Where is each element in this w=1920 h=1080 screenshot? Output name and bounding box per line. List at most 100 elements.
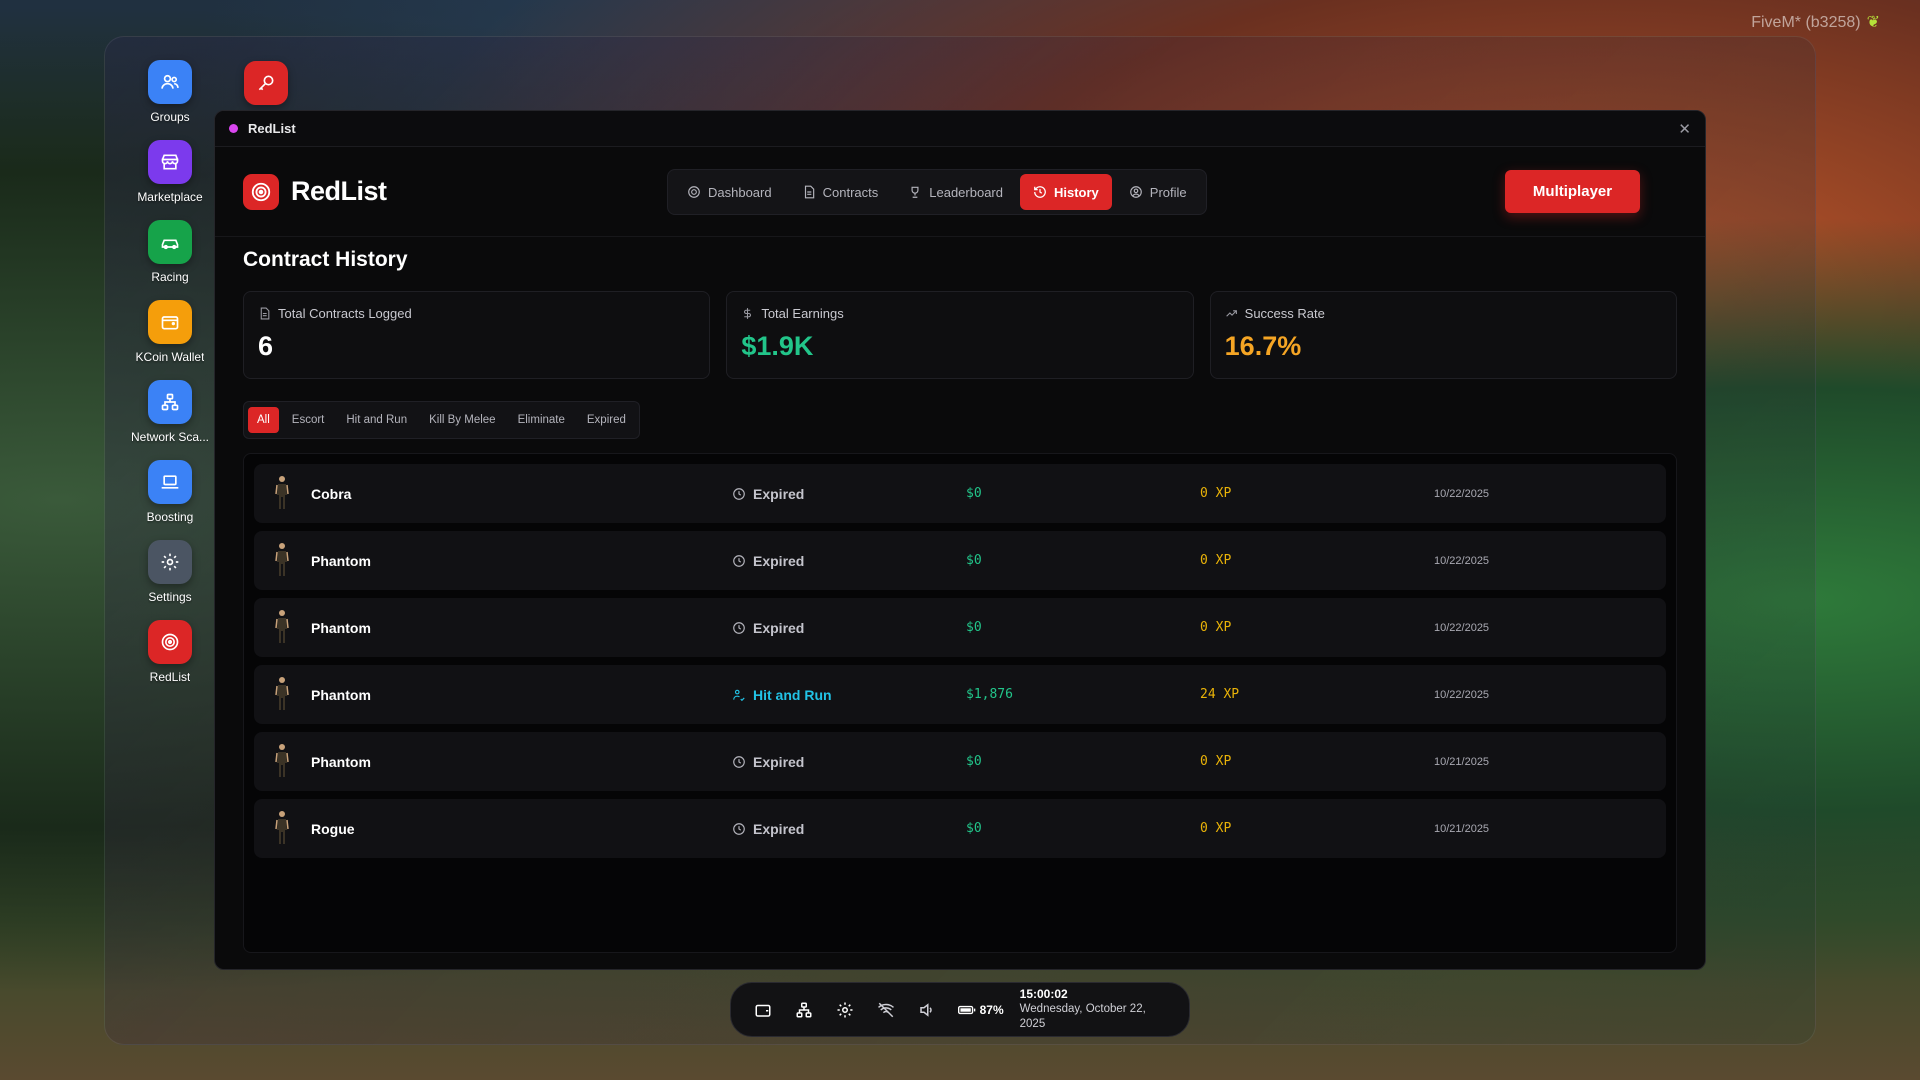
game-build-tag: FiveM* (b3258) ❦ [1751, 14, 1880, 31]
stat-value: 16.7% [1224, 331, 1302, 361]
character-avatar-icon [275, 476, 289, 509]
tab-label: Leaderboard [929, 184, 1003, 200]
stat-card-success-rate: Success Rate 16.7% [1209, 291, 1677, 379]
history-row[interactable]: Cobra Expired $0 0 XP 10/22/2025 [254, 464, 1666, 523]
dock-item-network-scanner[interactable]: Network Sca... [126, 380, 214, 460]
row-xp: 0 XP [1200, 821, 1232, 836]
battery-icon [957, 1005, 975, 1014]
row-xp: 0 XP [1200, 486, 1232, 501]
dock-label: Boosting [146, 510, 194, 524]
row-payout: $0 [966, 486, 982, 501]
network-icon [148, 380, 192, 424]
gear-icon[interactable] [835, 999, 856, 1021]
document-icon [260, 307, 270, 320]
filter-expired[interactable]: Expired [578, 407, 635, 433]
stats-row: Total Contracts Logged 6 Total Earnings … [243, 291, 1677, 379]
multiplayer-button[interactable]: Multiplayer [1505, 170, 1640, 213]
dock-item-settings[interactable]: Settings [126, 540, 214, 620]
row-name: Phantom [311, 619, 371, 636]
battery-indicator[interactable]: 87% [957, 1003, 1004, 1017]
row-xp: 0 XP [1200, 754, 1232, 769]
window-title: RedList [248, 121, 296, 136]
dock-label: RedList [149, 670, 191, 684]
leaf-icon: ❦ [1866, 14, 1880, 31]
trophy-icon [911, 186, 919, 198]
tab-dashboard[interactable]: Dashboard [674, 174, 785, 210]
history-icon [1034, 186, 1046, 198]
row-xp: 0 XP [1200, 553, 1232, 568]
dock-label: Settings [148, 590, 192, 604]
stat-label: Total Contracts Logged [278, 306, 412, 321]
dock-item-marketplace[interactable]: Marketplace [126, 140, 214, 220]
character-avatar-icon [275, 610, 289, 643]
title-status-dot [229, 124, 238, 133]
dock-label: Groups [150, 110, 190, 124]
store-icon [148, 140, 192, 184]
row-name: Phantom [311, 552, 371, 569]
trending-up-icon [1225, 310, 1237, 317]
row-date: 10/22/2025 [1434, 688, 1490, 701]
tab-label: Dashboard [708, 184, 772, 200]
dock-label: Network Sca... [130, 430, 210, 444]
history-row[interactable]: Rogue Expired $0 0 XP 10/21/2025 [254, 799, 1666, 858]
car-icon [148, 220, 192, 264]
target-icon [148, 620, 192, 664]
tab-leaderboard[interactable]: Leaderboard [895, 174, 1016, 210]
history-row[interactable]: Phantom Expired $0 0 XP 10/22/2025 [254, 531, 1666, 590]
history-row[interactable]: Phantom Expired $0 0 XP 10/22/2025 [254, 598, 1666, 657]
app-dock: Groups Marketplace Racing KCoin Wallet N… [126, 60, 214, 700]
filter-hit-and-run[interactable]: Hit and Run [337, 407, 416, 433]
volume-icon[interactable] [917, 999, 938, 1021]
row-status: Expired [732, 821, 804, 837]
dock-label: Racing [151, 270, 189, 284]
filter-bar: All Escort Hit and Run Kill By Melee Eli… [243, 401, 640, 439]
clock[interactable]: 15:00:02 Wednesday, October 22, 2025 [1020, 987, 1167, 1032]
close-icon[interactable]: ✕ [1678, 120, 1691, 138]
history-row[interactable]: Phantom Expired $0 0 XP 10/21/2025 [254, 732, 1666, 791]
filter-eliminate[interactable]: Eliminate [509, 407, 574, 433]
dock-label: KCoin Wallet [135, 350, 205, 364]
laptop-icon [148, 460, 192, 504]
clock-icon [733, 487, 745, 500]
brand-name: RedList [291, 176, 387, 206]
row-name: Rogue [311, 820, 355, 837]
tab-label: Contracts [822, 184, 879, 200]
key-shortcut-button[interactable] [244, 61, 288, 105]
filter-escort[interactable]: Escort [283, 407, 334, 433]
character-avatar-icon [275, 543, 289, 576]
stat-card-total-earnings: Total Earnings $1.9K [726, 291, 1194, 379]
dock-item-redlist[interactable]: RedList [126, 620, 214, 700]
stat-label: Total Earnings [761, 306, 844, 321]
clock-icon [733, 822, 745, 835]
row-status: Expired [732, 553, 804, 569]
row-name: Phantom [311, 686, 371, 703]
clock-icon [733, 621, 745, 634]
row-payout: $1,876 [966, 687, 1013, 702]
dock-item-racing[interactable]: Racing [126, 220, 214, 300]
filter-all[interactable]: All [248, 407, 279, 433]
dock-item-boosting[interactable]: Boosting [126, 460, 214, 540]
users-icon [148, 60, 192, 104]
stat-value: 6 [258, 331, 274, 361]
network-icon[interactable] [794, 999, 815, 1021]
tab-contracts[interactable]: Contracts [789, 174, 892, 210]
row-status-label: Expired [753, 619, 805, 636]
row-date: 10/22/2025 [1434, 554, 1490, 567]
history-row[interactable]: Phantom Hit and Run $1,876 24 XP 10/22/2025 [254, 665, 1666, 724]
wallet-icon[interactable] [753, 999, 774, 1021]
tab-profile[interactable]: Profile [1116, 174, 1200, 210]
dollar-icon [744, 308, 752, 319]
filter-kill-by-melee[interactable]: Kill By Melee [420, 407, 504, 433]
dock-item-kcoin-wallet[interactable]: KCoin Wallet [126, 300, 214, 380]
wifi-off-icon[interactable] [876, 999, 897, 1021]
dock-item-groups[interactable]: Groups [126, 60, 214, 140]
character-avatar-icon [275, 744, 289, 777]
clock-icon [733, 554, 745, 567]
window-titlebar[interactable]: RedList ✕ [215, 111, 1705, 147]
tab-history[interactable]: History [1019, 174, 1112, 210]
row-date: 10/21/2025 [1434, 755, 1490, 768]
history-list: Cobra Expired $0 0 XP 10/22/2025 Phantom Expir… [243, 453, 1677, 953]
key-icon [258, 75, 274, 91]
running-person-icon [733, 689, 745, 701]
row-status-label: Expired [753, 552, 805, 569]
